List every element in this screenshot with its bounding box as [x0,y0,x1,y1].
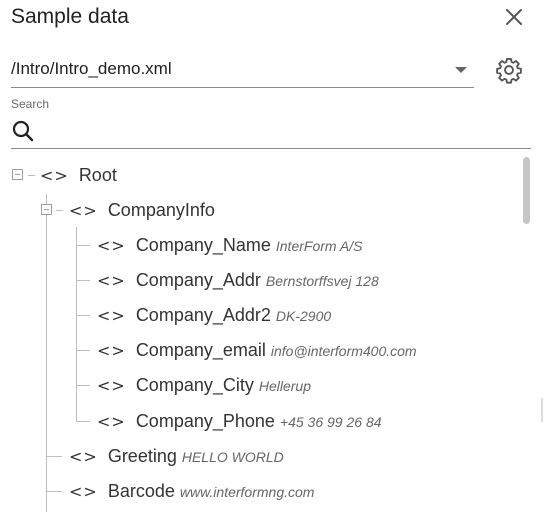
node-name[interactable]: Barcode [108,481,175,502]
node-name[interactable]: CompanyInfo [108,200,215,221]
collapse-box-icon[interactable] [12,169,23,180]
code-tag-icon: <> [69,446,98,466]
node-value: Hellerup [258,378,311,394]
tree-connector [46,491,62,492]
node-name[interactable]: Root [79,165,117,186]
code-tag-icon: <> [69,481,98,501]
code-tag-icon: <> [97,411,126,431]
settings-button[interactable] [493,54,525,86]
code-tag-icon: <> [69,200,98,220]
code-tag-icon: <> [40,165,69,185]
tree-connector [76,385,90,386]
code-tag-icon: <> [97,340,126,360]
tree-node-companyinfo[interactable]: <> CompanyInfo [69,197,215,223]
code-tag-icon: <> [97,305,126,325]
code-tag-icon: <> [97,270,126,290]
gear-icon [496,57,522,84]
tree-connector [56,210,63,211]
node-value: info@interform400.com [270,343,417,359]
code-tag-icon: <> [97,375,126,395]
node-name[interactable]: Company_Phone [136,411,275,432]
close-icon [506,9,522,25]
node-name[interactable]: Company_Name [136,235,271,256]
panel-title: Sample data [11,5,129,28]
node-name[interactable]: Company_email [136,340,266,361]
tree-connector [76,280,90,281]
tree-connector [76,350,90,351]
node-value: +45 36 99 26 84 [279,414,382,430]
code-tag-icon: <> [97,235,126,255]
node-value: InterForm A/S [275,238,363,254]
tree-connector [76,245,90,246]
tree-node-company-name[interactable]: <> Company_Name InterForm A/S [97,232,363,258]
search-label: Search [11,97,50,111]
panel-resize-handle[interactable] [541,398,543,422]
tree-connector [76,227,77,422]
tree-node-company-city[interactable]: <> Company_City Hellerup [97,372,311,398]
tree-node-company-phone[interactable]: <> Company_Phone +45 36 99 26 84 [97,408,382,434]
node-name[interactable]: Company_Addr2 [136,305,271,326]
node-value: Bernstorffsvej 128 [265,273,379,289]
chevron-down-icon [455,67,467,73]
tree-node-barcode[interactable]: <> Barcode www.interformng.com [69,478,314,504]
close-button[interactable] [500,4,528,30]
tree-connector [28,175,35,176]
tree-node-company-addr[interactable]: <> Company_Addr Bernstorffsvej 128 [97,267,379,293]
node-name[interactable]: Greeting [108,446,177,467]
node-value: www.interformng.com [179,484,315,500]
tree-connector [46,456,62,457]
node-name[interactable]: Company_Addr [136,270,261,291]
node-value: DK-2900 [275,308,332,324]
node-name[interactable]: Company_City [136,375,254,396]
file-select-value: /Intro/Intro_demo.xml [11,59,172,78]
file-select[interactable]: /Intro/Intro_demo.xml [11,54,474,88]
search-input[interactable] [45,119,529,145]
node-value: HELLO WORLD [181,449,284,465]
tree-connector [76,315,90,316]
collapse-box-icon[interactable] [41,204,52,215]
tree-connector [46,194,47,512]
tree-connector [76,421,90,422]
tree-node-company-addr2[interactable]: <> Company_Addr2 DK-2900 [97,302,331,328]
tree-scrollbar[interactable] [523,157,530,224]
xml-tree: <> Root <> CompanyInfo <> Company_Name I… [0,157,520,514]
tree-node-company-email[interactable]: <> Company_email info@interform400.com [97,337,417,363]
search-field[interactable] [11,114,531,149]
tree-node-root[interactable]: <> Root [40,162,117,188]
tree-node-greeting[interactable]: <> Greeting HELLO WORLD [69,443,284,469]
search-icon [12,120,34,142]
